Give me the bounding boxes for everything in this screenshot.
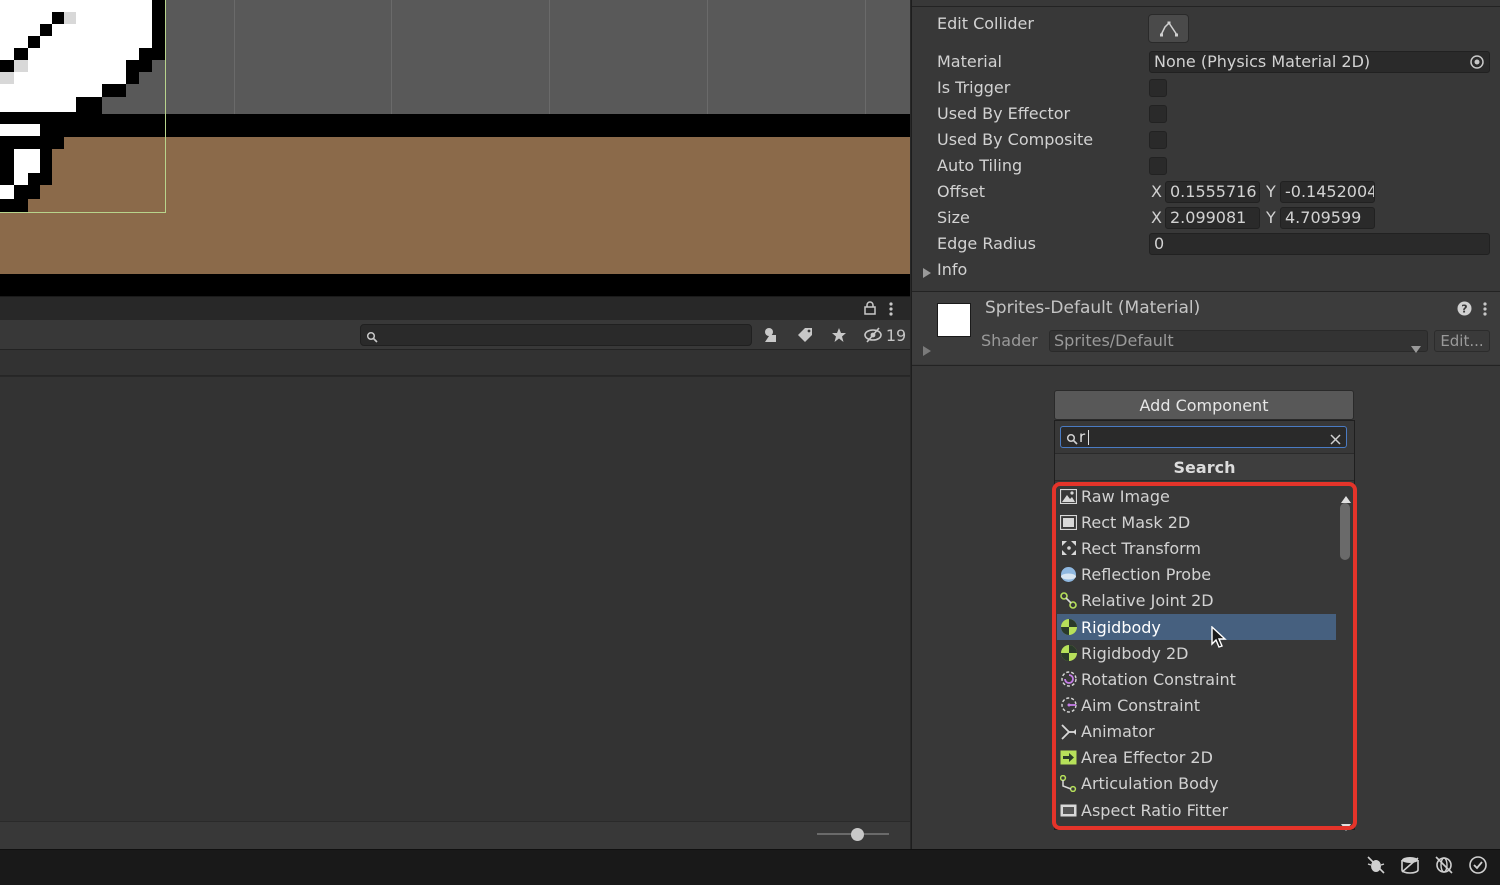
edit-collider-label: Edit Collider: [937, 14, 1034, 33]
size-y-field[interactable]: 4.709599: [1280, 207, 1375, 229]
used-by-composite-checkbox[interactable]: [1149, 131, 1167, 149]
annotation-highlight-box: [1052, 482, 1357, 830]
component-menu-icon[interactable]: [1482, 301, 1488, 321]
text-caret: [1088, 430, 1089, 445]
cache-server-icon[interactable]: [1397, 853, 1423, 877]
lock-icon[interactable]: [864, 301, 876, 319]
size-x-axis-label[interactable]: X: [1151, 208, 1162, 227]
favorites-button[interactable]: [826, 322, 852, 348]
object-picker-icon[interactable]: [1469, 54, 1485, 72]
material-value: None (Physics Material 2D): [1154, 52, 1371, 71]
size-label: Size: [937, 208, 970, 227]
eye-hidden-icon: [864, 327, 882, 343]
auto-tiling-checkbox[interactable]: [1149, 157, 1167, 175]
panel-menu-icon[interactable]: [888, 301, 894, 321]
scene-view[interactable]: [0, 0, 910, 296]
component-search-value: r: [1079, 428, 1086, 446]
check-circle-icon[interactable]: [1465, 853, 1491, 877]
edge-radius-label: Edge Radius: [937, 234, 1036, 253]
search-icon: [366, 328, 378, 347]
foldout-arrow-icon[interactable]: [922, 342, 932, 361]
auto-tiling-label: Auto Tiling: [937, 156, 1023, 175]
shader-value: Sprites/Default: [1054, 331, 1174, 350]
svg-text:?: ?: [1461, 303, 1467, 316]
search-by-label-button[interactable]: [792, 322, 818, 348]
network-disabled-icon[interactable]: [1431, 853, 1457, 877]
status-bar: [0, 849, 1500, 885]
divider: [912, 365, 1500, 366]
star-icon: [832, 328, 846, 342]
add-component-button[interactable]: Add Component: [1054, 390, 1354, 420]
clear-search-icon[interactable]: [1330, 431, 1341, 449]
hidden-packages-button[interactable]: 19: [862, 322, 908, 348]
offset-y-axis-label[interactable]: Y: [1266, 182, 1276, 201]
material-label: Material: [937, 52, 1002, 71]
shader-dropdown[interactable]: Sprites/Default: [1049, 330, 1428, 353]
material-component-title: Sprites-Default (Material): [985, 298, 1201, 318]
size-x-field[interactable]: 2.099081: [1165, 207, 1260, 229]
search-icon: [1066, 431, 1078, 449]
ground-bottom-edge: [0, 274, 910, 296]
shader-label: Shader: [981, 331, 1038, 350]
edit-shape-icon: [1159, 21, 1178, 36]
used-by-effector-label: Used By Effector: [937, 104, 1071, 123]
component-search-input[interactable]: r: [1060, 426, 1347, 448]
size-y-axis-label[interactable]: Y: [1266, 208, 1276, 227]
divider: [912, 6, 1500, 7]
edge-radius-field[interactable]: 0: [1149, 233, 1490, 255]
offset-y-field[interactable]: -0.1452004: [1280, 181, 1375, 203]
shader-edit-button[interactable]: Edit...: [1434, 330, 1490, 352]
used-by-effector-checkbox[interactable]: [1149, 105, 1167, 123]
is-trigger-checkbox[interactable]: [1149, 79, 1167, 97]
material-preview-swatch: [937, 303, 971, 337]
mouse-cursor-icon: [1211, 625, 1229, 654]
debug-bug-icon[interactable]: [1363, 853, 1389, 877]
selection-outline: [0, 0, 166, 213]
hidden-count: 19: [885, 325, 907, 345]
material-field[interactable]: None (Physics Material 2D): [1149, 51, 1490, 73]
popup-section-title: Search: [1055, 453, 1354, 481]
project-search-input[interactable]: [360, 324, 752, 346]
icon-size-slider-handle[interactable]: [851, 828, 864, 841]
offset-x-field[interactable]: 0.1555716: [1165, 181, 1260, 203]
dropdown-arrow-icon: [1411, 338, 1421, 358]
project-asset-area[interactable]: [0, 377, 910, 821]
edit-collider-button[interactable]: [1148, 14, 1189, 43]
label-tag-icon: [798, 328, 812, 342]
type-filter-icon: [765, 328, 776, 342]
project-panel-header: [0, 296, 910, 320]
project-footer: [0, 821, 910, 849]
search-by-type-button[interactable]: [758, 322, 786, 348]
is-trigger-label: Is Trigger: [937, 78, 1011, 97]
used-by-composite-label: Used By Composite: [937, 130, 1094, 149]
offset-label: Offset: [937, 182, 986, 201]
offset-x-axis-label[interactable]: X: [1151, 182, 1162, 201]
help-icon[interactable]: ?: [1457, 301, 1472, 320]
foldout-arrow-icon[interactable]: [922, 264, 932, 283]
info-foldout-label[interactable]: Info: [937, 260, 967, 279]
project-breadcrumb-bar: [0, 350, 910, 376]
